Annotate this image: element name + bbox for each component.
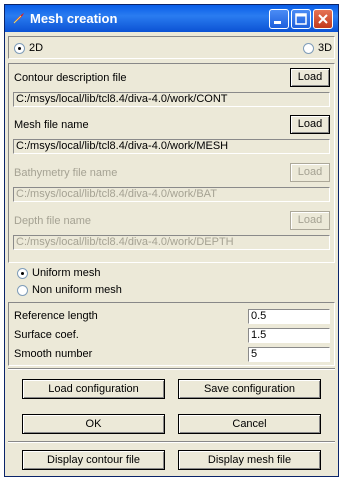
depth-label: Depth file name bbox=[14, 215, 92, 227]
depth-path-field[interactable]: C:/msys/local/lib/tcl8.4/diva-4.0/work/D… bbox=[13, 235, 330, 250]
dimension-group bbox=[8, 36, 335, 59]
cancel-button[interactable]: Cancel bbox=[178, 414, 321, 434]
depth-load-button[interactable]: Load bbox=[290, 211, 330, 230]
maximize-icon bbox=[295, 13, 307, 25]
mesh-file-path-field[interactable]: C:/msys/local/lib/tcl8.4/diva-4.0/work/M… bbox=[13, 139, 330, 154]
separator bbox=[8, 368, 335, 370]
bathymetry-load-button[interactable]: Load bbox=[290, 163, 330, 182]
reference-length-label: Reference length bbox=[14, 310, 98, 322]
radio-uniform-mesh[interactable] bbox=[17, 268, 28, 279]
tk-feather-icon bbox=[13, 13, 24, 24]
surface-coef-label: Surface coef. bbox=[14, 329, 79, 341]
minimize-button[interactable] bbox=[269, 9, 289, 29]
radio-2d[interactable] bbox=[14, 43, 25, 54]
reference-length-input[interactable]: 0.5 bbox=[248, 309, 330, 324]
maximize-button[interactable] bbox=[291, 9, 311, 29]
display-contour-file-button[interactable]: Display contour file bbox=[22, 450, 165, 470]
radio-2d-label: 2D bbox=[29, 42, 44, 54]
display-mesh-file-button[interactable]: Display mesh file bbox=[178, 450, 321, 470]
contour-label: Contour description file bbox=[14, 72, 127, 84]
radio-non-uniform-mesh[interactable] bbox=[17, 285, 28, 296]
close-icon bbox=[318, 14, 328, 24]
title-bar[interactable]: Mesh creation bbox=[5, 5, 338, 32]
ok-button[interactable]: OK bbox=[22, 414, 165, 434]
bathymetry-path-field[interactable]: C:/msys/local/lib/tcl8.4/diva-4.0/work/B… bbox=[13, 187, 330, 202]
non-uniform-mesh-label: Non uniform mesh bbox=[32, 284, 122, 296]
dialog-content: 2D 3D Contour description file Load C:/m… bbox=[8, 34, 335, 474]
bathymetry-label: Bathymetry file name bbox=[14, 167, 118, 179]
minimize-icon bbox=[274, 21, 281, 24]
smooth-number-input[interactable]: 5 bbox=[248, 347, 330, 362]
load-configuration-button[interactable]: Load configuration bbox=[22, 379, 165, 399]
uniform-mesh-label: Uniform mesh bbox=[32, 267, 101, 279]
contour-path-field[interactable]: C:/msys/local/lib/tcl8.4/diva-4.0/work/C… bbox=[13, 92, 330, 107]
mesh-creation-window: Mesh creation 2D 3D Contour description … bbox=[4, 4, 339, 477]
window-title: Mesh creation bbox=[30, 11, 118, 26]
radio-3d-label: 3D bbox=[318, 42, 333, 54]
separator bbox=[8, 441, 335, 443]
mesh-file-load-button[interactable]: Load bbox=[290, 115, 330, 134]
mesh-file-label: Mesh file name bbox=[14, 119, 89, 131]
radio-3d[interactable] bbox=[303, 43, 314, 54]
close-button[interactable] bbox=[313, 9, 333, 29]
save-configuration-button[interactable]: Save configuration bbox=[178, 379, 321, 399]
contour-load-button[interactable]: Load bbox=[290, 68, 330, 87]
surface-coef-input[interactable]: 1.5 bbox=[248, 328, 330, 343]
smooth-number-label: Smooth number bbox=[14, 348, 93, 360]
